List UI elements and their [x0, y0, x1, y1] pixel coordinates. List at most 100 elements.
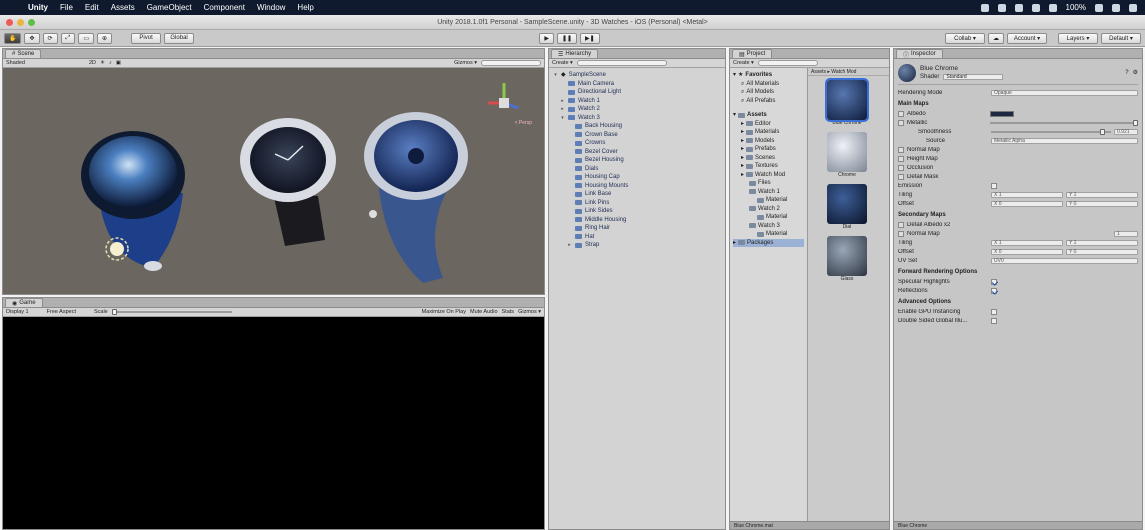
favorites-row[interactable]: ▾ ★ Favorites: [733, 71, 804, 80]
reflections-checkbox[interactable]: [991, 287, 997, 294]
menu-help[interactable]: Help: [297, 3, 313, 12]
hierarchy-item[interactable]: Housing Mounts: [553, 182, 721, 191]
settings-gear-icon[interactable]: ⚙: [1133, 69, 1138, 76]
menu-file[interactable]: File: [60, 3, 73, 12]
expand-arrow-icon[interactable]: ▾: [560, 114, 565, 123]
menu-window[interactable]: Window: [257, 3, 285, 12]
pause-button[interactable]: ❚❚: [556, 32, 578, 44]
hierarchy-item[interactable]: ▸ Watch 1: [553, 97, 721, 106]
status-icon[interactable]: [997, 3, 1006, 12]
tab-game[interactable]: ◉ Game: [5, 298, 43, 307]
albedo-color-swatch[interactable]: [990, 110, 1014, 117]
hierarchy-item[interactable]: Directional Light: [553, 88, 721, 97]
notification-center-icon[interactable]: [1129, 3, 1137, 12]
effects-dropdown-icon[interactable]: ▣: [116, 60, 121, 66]
menu-app-unity[interactable]: Unity: [28, 3, 48, 12]
asset-subfolder-row[interactable]: Material: [733, 230, 804, 239]
specular-highlights-checkbox[interactable]: [991, 278, 997, 285]
scale-tool-button[interactable]: ⤢: [60, 32, 76, 44]
occlusion-texture-slot[interactable]: [898, 164, 904, 171]
asset-folder-row[interactable]: ▸ Watch Mod: [733, 171, 804, 180]
zoom-window-button[interactable]: [28, 18, 35, 26]
expand-arrow-icon[interactable]: ▸: [741, 128, 744, 137]
close-window-button[interactable]: [6, 18, 13, 26]
project-search-input[interactable]: [757, 60, 818, 66]
hierarchy-create-dropdown[interactable]: Create ▾: [552, 60, 573, 66]
tiling-y-field[interactable]: Y 1: [1066, 191, 1138, 198]
perspective-label[interactable]: < Persp: [515, 120, 532, 126]
tab-scene[interactable]: # Scene: [5, 49, 42, 58]
shader-dropdown[interactable]: Standard: [943, 74, 1004, 80]
cloud-icon[interactable]: ☁: [988, 32, 1004, 44]
volume-icon[interactable]: [1048, 3, 1057, 12]
hierarchy-item[interactable]: Crowns: [553, 139, 721, 148]
menu-edit[interactable]: Edit: [85, 3, 99, 12]
expand-arrow-icon[interactable]: ▾: [553, 71, 558, 80]
favorites-item[interactable]: ⌕ All Models: [733, 88, 804, 97]
hierarchy-item[interactable]: Link Sides: [553, 207, 721, 216]
hierarchy-item[interactable]: Middle Housing: [553, 216, 721, 225]
spotlight-search-icon[interactable]: [1112, 3, 1120, 12]
layers-dropdown[interactable]: Layers ▾: [1058, 32, 1098, 44]
hierarchy-item[interactable]: Hat: [553, 233, 721, 242]
detail-albedo-texture-slot[interactable]: [898, 221, 904, 228]
asset-folder-row[interactable]: ▸ Editor: [733, 120, 804, 129]
favorites-item[interactable]: ⌕ All Materials: [733, 80, 804, 89]
gizmos-dropdown[interactable]: Gizmos ▾: [454, 60, 477, 66]
account-dropdown[interactable]: Account ▾: [1007, 32, 1047, 44]
expand-arrow-icon[interactable]: ▸: [741, 137, 744, 146]
display-dropdown[interactable]: Display 1: [6, 309, 29, 315]
minimize-window-button[interactable]: [17, 18, 24, 26]
hierarchy-item[interactable]: Crown Base: [553, 131, 721, 140]
hierarchy-item[interactable]: Ring Hair: [553, 224, 721, 233]
hierarchy-item[interactable]: Link Pins: [553, 199, 721, 208]
expand-arrow-icon[interactable]: ▸: [560, 97, 565, 106]
expand-arrow-icon[interactable]: ▸: [741, 162, 744, 171]
rendering-mode-dropdown[interactable]: Opaque: [991, 89, 1138, 96]
secondary-tiling-y-field[interactable]: Y 1: [1066, 239, 1138, 246]
scale-slider[interactable]: [111, 309, 232, 315]
2d-toggle[interactable]: 2D: [89, 60, 96, 66]
assets-folder-row[interactable]: ▾ Assets: [733, 111, 804, 120]
menu-gameobject[interactable]: GameObject: [147, 3, 192, 12]
game-viewport[interactable]: [3, 317, 544, 529]
transform-tool-button[interactable]: ⊕: [97, 32, 113, 44]
source-dropdown[interactable]: Metallic Alpha: [991, 137, 1138, 144]
watch-1-model[interactable]: [81, 131, 185, 271]
hierarchy-item[interactable]: ▾ Watch 3: [553, 114, 721, 123]
collab-dropdown[interactable]: Collab ▾: [945, 32, 985, 44]
rect-tool-button[interactable]: ▭: [78, 32, 95, 44]
metallic-slider[interactable]: [990, 119, 1138, 126]
height-map-texture-slot[interactable]: [898, 155, 904, 162]
offset-y-field[interactable]: Y 0: [1066, 200, 1138, 207]
favorites-item[interactable]: ⌕ All Prefabs: [733, 97, 804, 106]
asset-subfolder-row[interactable]: Material: [733, 196, 804, 205]
game-gizmos-dropdown[interactable]: Gizmos ▾: [518, 309, 541, 315]
menu-assets[interactable]: Assets: [111, 3, 135, 12]
asset-subfolder-row[interactable]: Watch 3: [733, 222, 804, 231]
asset-folder-row[interactable]: ▸ Prefabs: [733, 145, 804, 154]
metallic-texture-slot[interactable]: [898, 119, 904, 126]
material-asset-tile[interactable]: Glass: [825, 236, 869, 282]
hierarchy-item[interactable]: Dials: [553, 165, 721, 174]
secondary-normal-texture-slot[interactable]: [898, 230, 904, 237]
aspect-dropdown[interactable]: Free Aspect: [47, 309, 76, 315]
asset-subfolder-row[interactable]: Watch 1: [733, 188, 804, 197]
double-sided-gi-checkbox[interactable]: [991, 317, 997, 324]
secondary-normal-value-field[interactable]: 1: [1114, 230, 1138, 237]
tiling-x-field[interactable]: X 1: [991, 191, 1063, 198]
tab-hierarchy[interactable]: ☰ Hierarchy: [551, 49, 599, 58]
expand-arrow-icon[interactable]: ▸: [567, 241, 572, 250]
watch-3-model[interactable]: [364, 112, 468, 283]
gpu-instancing-checkbox[interactable]: [991, 308, 997, 315]
watch-2-model[interactable]: [240, 118, 336, 246]
rotate-tool-button[interactable]: ⟳: [42, 32, 58, 44]
maximize-on-play-toggle[interactable]: Maximize On Play: [422, 309, 466, 315]
audio-toggle-icon[interactable]: ♪: [109, 60, 112, 66]
smoothness-value-field[interactable]: 0.921: [1114, 128, 1138, 135]
normal-map-texture-slot[interactable]: [898, 146, 904, 153]
status-icon[interactable]: [1014, 3, 1023, 12]
menu-component[interactable]: Component: [204, 3, 245, 12]
hierarchy-item[interactable]: Back Housing: [553, 122, 721, 131]
detail-mask-texture-slot[interactable]: [898, 173, 904, 180]
